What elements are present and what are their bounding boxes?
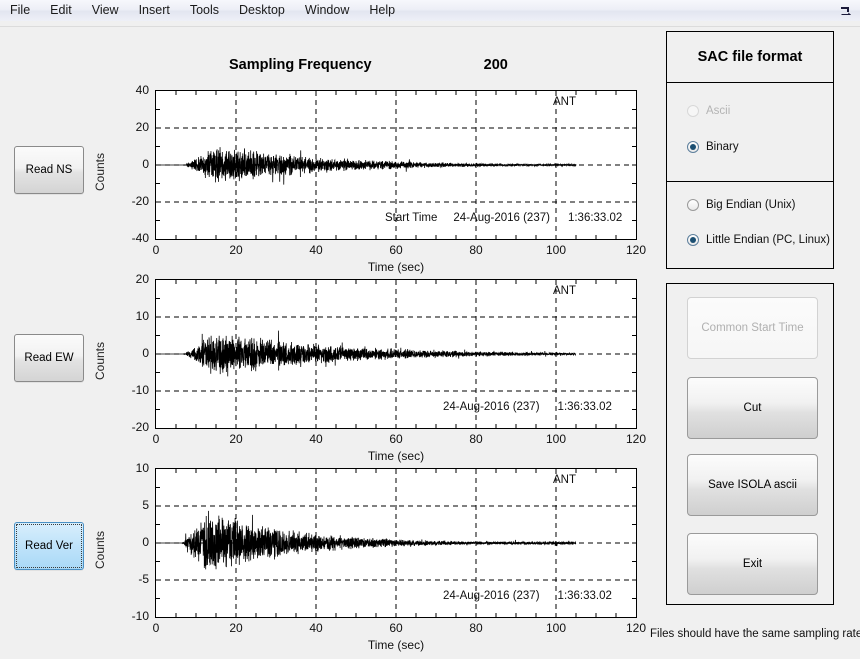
ytick-trace-ew-20: 20 (135, 272, 149, 286)
endian-radio-group: Big Endian (Unix) Little Endian (PC, Lin… (667, 182, 833, 269)
xtick-trace-ver-100: 100 (545, 621, 567, 635)
station-label-trace-ver: ANT (553, 474, 576, 486)
start-date-trace-ver: 24-Aug-2016 (237) (443, 590, 540, 602)
encoding-radio-group: Ascii Binary (667, 83, 833, 182)
xtick-trace-ver-20: 20 (229, 621, 243, 635)
menu-item-desktop[interactable]: Desktop (230, 1, 294, 20)
xlabel-trace-ew: Time (sec) (367, 449, 425, 463)
station-label-trace-ns: ANT (553, 96, 576, 108)
start-date-trace-ew: 24-Aug-2016 (237) (443, 401, 540, 413)
radio-little-endian-label: Little Endian (PC, Linux) (706, 234, 831, 246)
xtick-trace-ns-0: 0 (152, 243, 160, 257)
sampling-frequency-value: 200 (483, 57, 508, 73)
xtick-trace-ew-120: 120 (625, 432, 647, 446)
radio-big-endian-label: Big Endian (Unix) (706, 199, 796, 211)
start-clock-trace-ver: 1:36:33.02 (557, 590, 612, 602)
ytick-trace-ns--20: -20 (131, 194, 149, 208)
plot-trace-ew: ANT 24-Aug-2016 (237) 1:36:33.02 -20 -10 0 10 2… (93, 272, 646, 463)
radio-big-endian-indicator (687, 199, 699, 211)
radio-ascii-label: Ascii (706, 105, 731, 117)
ytick-trace-ver--5: -5 (138, 572, 149, 586)
common-start-time-button[interactable]: Common Start Time (687, 297, 818, 359)
menu-item-tools[interactable]: Tools (181, 1, 228, 20)
read-ns-button[interactable]: Read NS (14, 146, 84, 194)
xtick-trace-ns-20: 20 (229, 243, 243, 257)
read-ew-button[interactable]: Read EW (14, 334, 84, 382)
xtick-trace-ew-80: 80 (469, 432, 483, 446)
radio-ascii[interactable]: Ascii (687, 105, 730, 117)
menu-item-window[interactable]: Window (296, 1, 358, 20)
menu-item-help[interactable]: Help (360, 1, 404, 20)
radio-binary-label: Binary (706, 141, 739, 153)
footer-hint: Files should have the same sampling rate (650, 628, 860, 640)
start-clock-trace-ew: 1:36:33.02 (557, 401, 612, 413)
xtick-trace-ns-100: 100 (545, 243, 567, 257)
sampling-frequency-label: Sampling Frequency (229, 57, 372, 73)
xlabel-trace-ns: Time (sec) (367, 260, 425, 274)
radio-little-endian-indicator (687, 234, 699, 246)
radio-binary[interactable]: Binary (687, 141, 739, 153)
exit-button[interactable]: Exit (687, 533, 818, 595)
start-date-trace-ns: 24-Aug-2016 (237) (453, 212, 550, 224)
dock-arrow-icon[interactable] (838, 3, 854, 19)
xtick-trace-ew-40: 40 (309, 432, 323, 446)
menu-item-file[interactable]: File (1, 1, 39, 20)
ylabel-trace-ew: Counts (93, 341, 107, 380)
start-time-note-trace-ns: Start Time 24-Aug-2016 (237) 1:36:33.02 (385, 212, 622, 224)
sac-format-panel-title: SAC file format (667, 32, 833, 83)
start-time-note-trace-ew: 24-Aug-2016 (237) 1:36:33.02 (443, 401, 612, 413)
xtick-trace-ver-80: 80 (469, 621, 483, 635)
radio-binary-indicator (687, 141, 699, 153)
ytick-trace-ns-0: 0 (142, 157, 149, 171)
ytick-trace-ver-10: 10 (135, 461, 149, 475)
menu-bar: File Edit View Insert Tools Desktop Wind… (0, 0, 860, 22)
start-time-note-trace-ver: 24-Aug-2016 (237) 1:36:33.02 (443, 590, 612, 602)
xlabel-trace-ver: Time (sec) (367, 638, 425, 652)
read-ver-button[interactable]: Read Ver (14, 522, 84, 570)
menu-item-edit[interactable]: Edit (41, 1, 81, 20)
ytick-trace-ew--10: -10 (131, 383, 149, 397)
page-title: Sampling Frequency 200 (155, 54, 637, 76)
xtick-trace-ns-80: 80 (469, 243, 483, 257)
station-label-trace-ew: ANT (553, 285, 576, 297)
menu-bar-separator (0, 21, 860, 27)
xtick-trace-ver-0: 0 (152, 621, 160, 635)
menu-item-insert[interactable]: Insert (130, 1, 179, 20)
plot-trace-ver: ANT 24-Aug-2016 (237) 1:36:33.02 -10 -5 0 5 10 C… (93, 461, 646, 652)
xtick-trace-ew-100: 100 (545, 432, 567, 446)
plot-trace-ns: ANT Start Time 24-Aug-2016 (237) 1:36:33.02… (93, 83, 646, 274)
save-isola-ascii-button[interactable]: Save ISOLA ascii (687, 454, 818, 516)
ytick-trace-ver-0: 0 (142, 535, 149, 549)
xtick-trace-ew-0: 0 (152, 432, 160, 446)
ylabel-trace-ver: Counts (93, 530, 107, 569)
xtick-trace-ns-40: 40 (309, 243, 323, 257)
radio-ascii-indicator (687, 105, 699, 117)
xtick-trace-ew-60: 60 (389, 432, 403, 446)
ytick-trace-ns-40: 40 (135, 83, 149, 97)
start-clock-trace-ns: 1:36:33.02 (567, 212, 623, 224)
cut-button[interactable]: Cut (687, 377, 818, 439)
radio-little-endian[interactable]: Little Endian (PC, Linux) (687, 234, 830, 246)
xtick-trace-ver-40: 40 (309, 621, 323, 635)
xtick-trace-ns-120: 120 (625, 243, 647, 257)
radio-big-endian[interactable]: Big Endian (Unix) (687, 199, 795, 211)
xtick-trace-ns-60: 60 (389, 243, 403, 257)
xtick-trace-ew-20: 20 (229, 432, 243, 446)
ytick-trace-ns-20: 20 (135, 120, 149, 134)
sac-format-panel: SAC file format Ascii Binary Big Endian … (666, 31, 834, 269)
xtick-trace-ver-60: 60 (389, 621, 403, 635)
ytick-trace-ver-5: 5 (142, 498, 149, 512)
menu-item-view[interactable]: View (83, 1, 128, 20)
actions-panel: Common Start Time Cut Save ISOLA ascii E… (666, 283, 834, 605)
ytick-trace-ew-0: 0 (142, 346, 149, 360)
ylabel-trace-ns: Counts (93, 152, 107, 191)
ytick-trace-ew-10: 10 (135, 309, 149, 323)
start-time-label-trace-ns: Start Time (385, 212, 438, 224)
